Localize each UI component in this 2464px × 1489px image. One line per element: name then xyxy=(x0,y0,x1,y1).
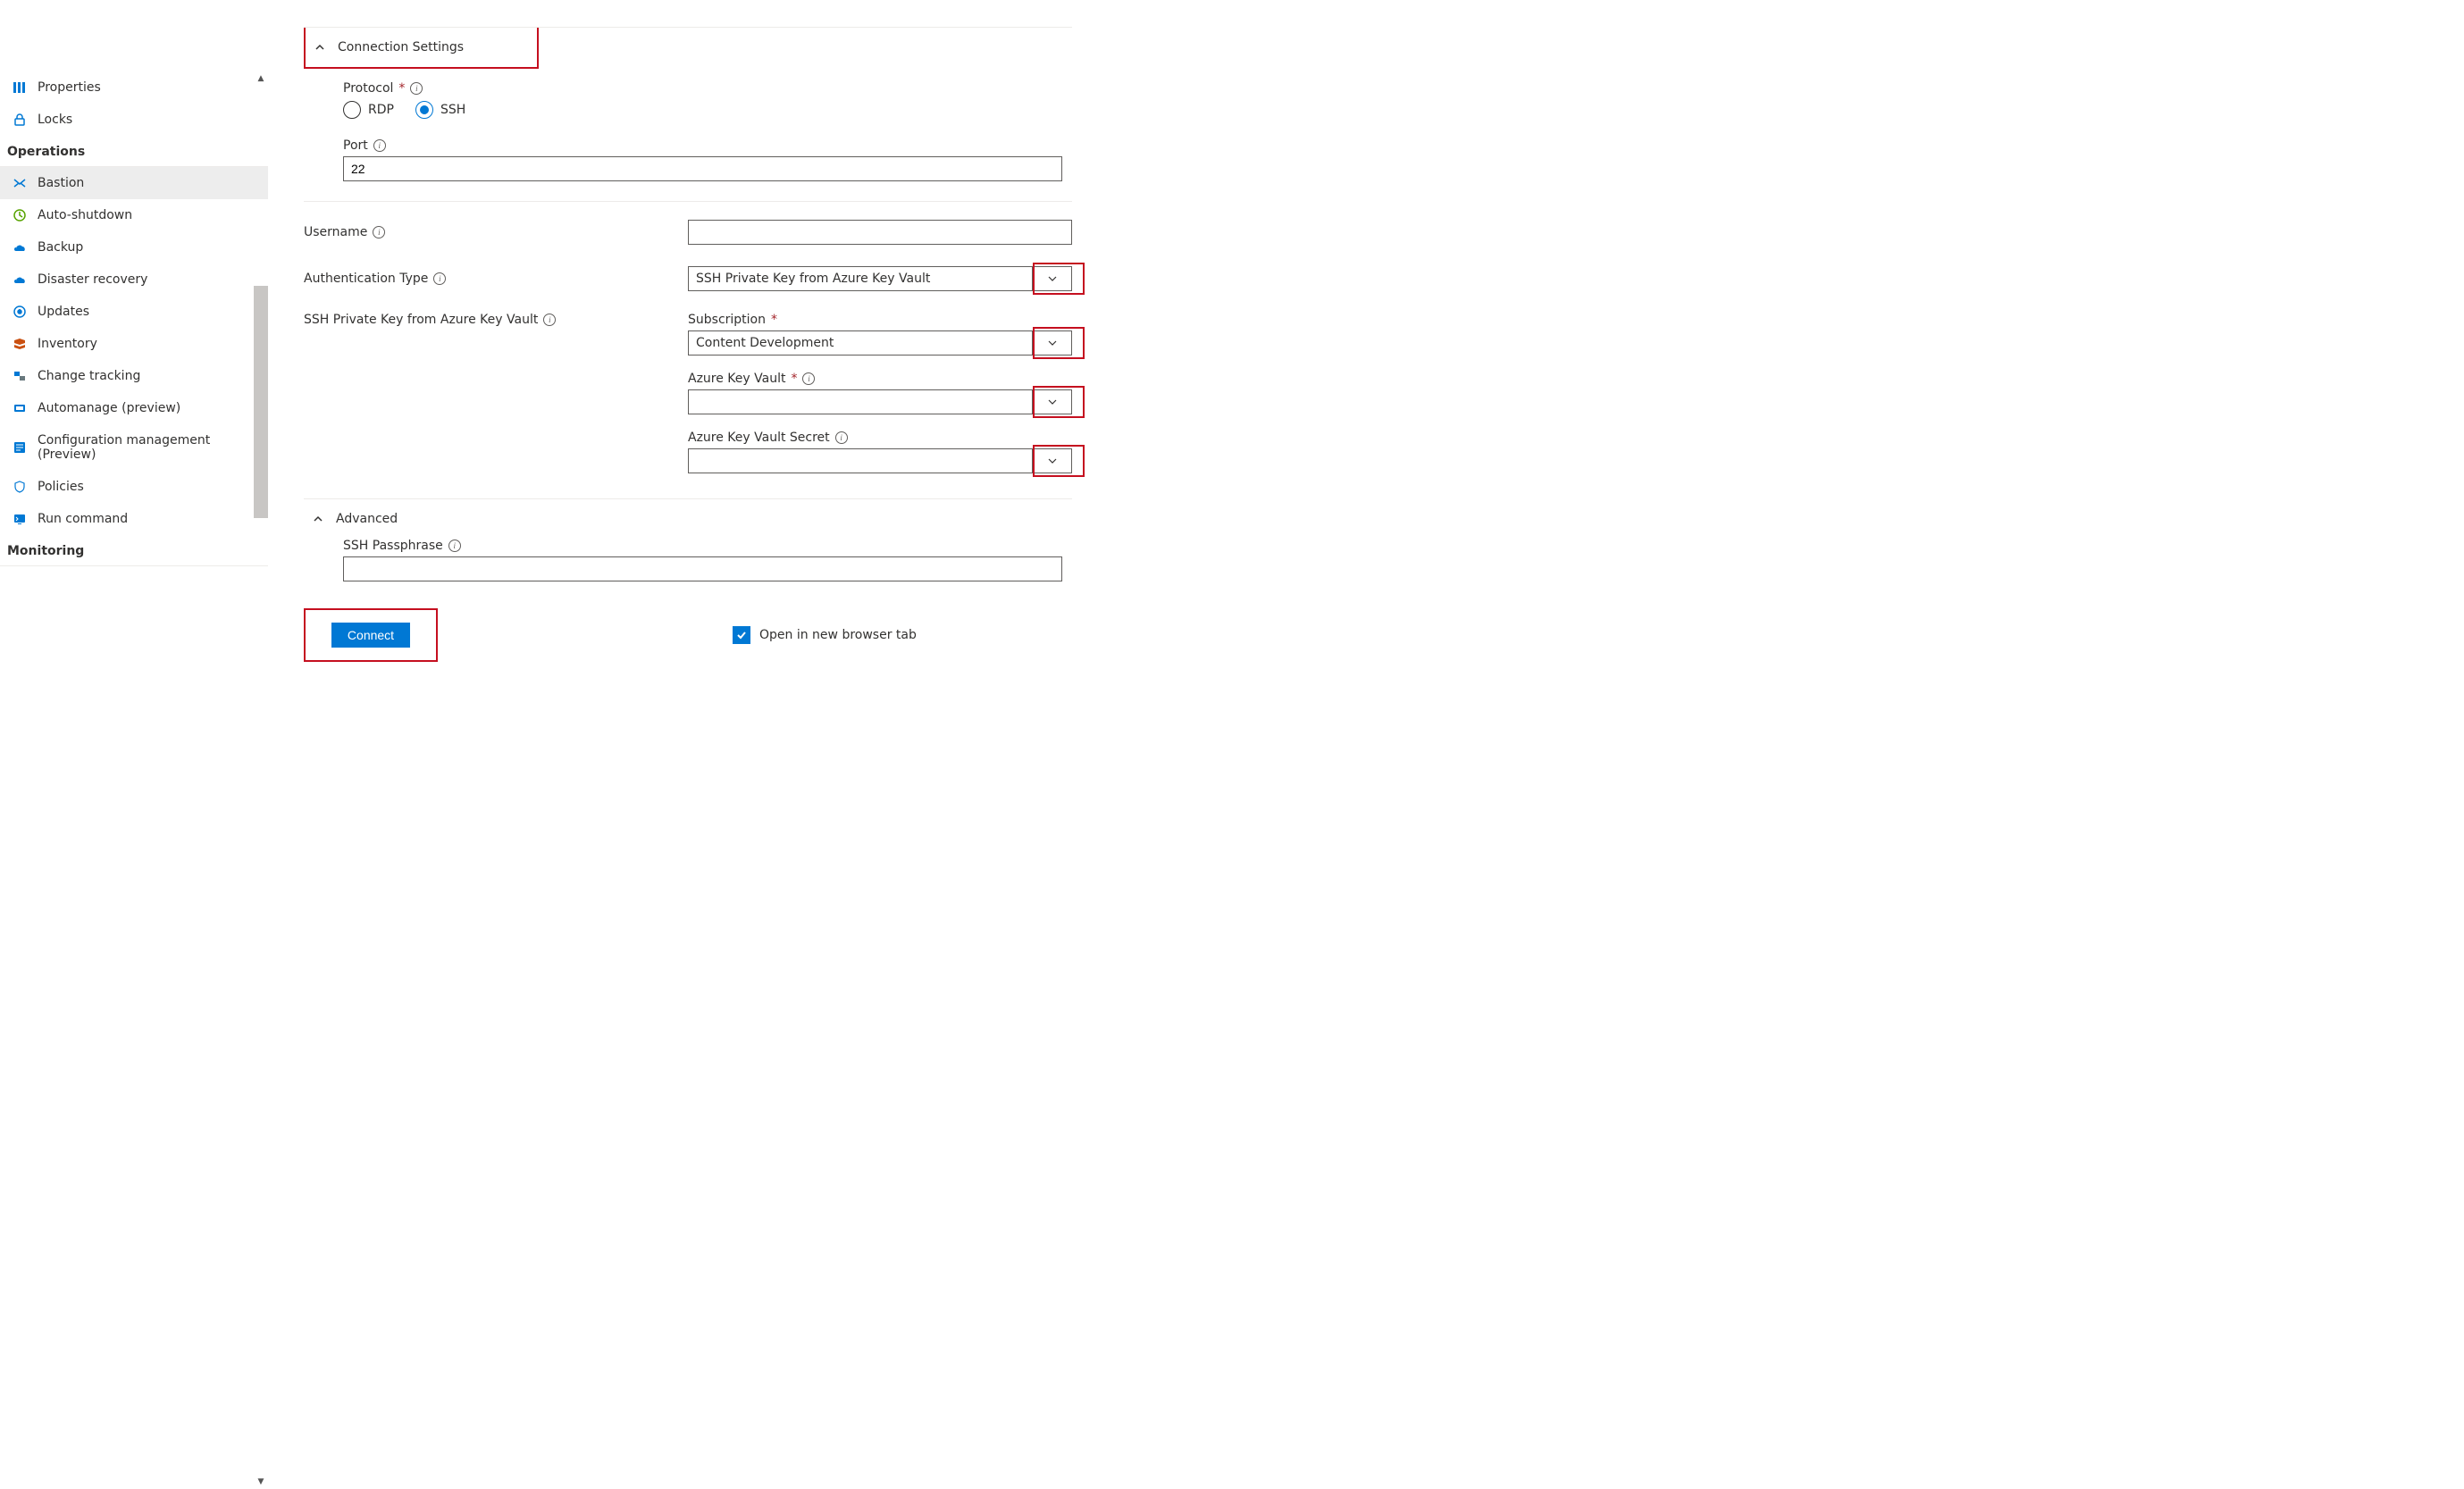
connection-settings-header[interactable]: Connection Settings xyxy=(304,28,539,69)
subscription-value: Content Development xyxy=(696,336,834,350)
required-asterisk: * xyxy=(771,313,777,327)
sidebar-section-operations: Operations xyxy=(0,136,268,167)
automanage-icon xyxy=(13,401,27,415)
locks-icon xyxy=(13,113,27,127)
sidebar-item-label: Configuration management (Preview) xyxy=(38,433,257,462)
sidebar-item-automanage[interactable]: Automanage (preview) xyxy=(0,392,268,424)
sidebar-item-properties[interactable]: Properties xyxy=(0,71,268,104)
sidebar-item-policies[interactable]: Policies xyxy=(0,471,268,503)
protocol-radio-rdp[interactable]: RDP xyxy=(343,101,394,119)
sidebar-item-label: Disaster recovery xyxy=(38,272,147,287)
inventory-icon xyxy=(13,337,27,351)
azure-key-vault-select[interactable] xyxy=(688,389,1072,414)
subscription-label: Subscription xyxy=(688,313,766,327)
info-icon[interactable]: i xyxy=(373,139,386,152)
disaster-recovery-icon xyxy=(13,272,27,287)
sidebar-item-updates[interactable]: Updates xyxy=(0,296,268,328)
open-new-tab-checkbox[interactable]: Open in new browser tab xyxy=(733,626,917,644)
connect-highlight: Connect xyxy=(304,608,438,662)
port-input[interactable] xyxy=(343,156,1062,181)
sidebar-item-label: Change tracking xyxy=(38,369,140,383)
info-icon[interactable]: i xyxy=(448,540,461,552)
policies-icon xyxy=(13,480,27,494)
sidebar-item-locks[interactable]: Locks xyxy=(0,104,268,136)
subscription-select[interactable]: Content Development xyxy=(688,330,1072,356)
info-icon[interactable]: i xyxy=(433,272,446,285)
radio-label: RDP xyxy=(368,103,394,117)
sidebar-item-label: Properties xyxy=(38,80,101,95)
sidebar-section-monitoring: Monitoring xyxy=(0,535,268,566)
chevron-down-icon xyxy=(1032,448,1071,473)
info-icon[interactable]: i xyxy=(802,372,815,385)
sidebar-item-configuration-management[interactable]: Configuration management (Preview) xyxy=(0,424,268,471)
ssh-passphrase-label: SSH Passphrase xyxy=(343,539,443,553)
chevron-down-icon xyxy=(1032,389,1071,414)
sidebar-item-label: Locks xyxy=(38,113,72,127)
sidebar: Properties Locks Operations Bastion Auto… xyxy=(0,0,268,1489)
scroll-up-icon[interactable]: ▲ xyxy=(254,71,268,86)
sidebar-item-change-tracking[interactable]: Change tracking xyxy=(0,360,268,392)
sidebar-item-label: Inventory xyxy=(38,337,97,351)
required-asterisk: * xyxy=(791,372,797,386)
info-icon[interactable]: i xyxy=(373,226,385,238)
info-icon[interactable]: i xyxy=(543,314,556,326)
chevron-up-icon xyxy=(314,41,327,54)
advanced-label: Advanced xyxy=(336,512,398,526)
connect-button[interactable]: Connect xyxy=(331,623,410,648)
sidebar-item-run-command[interactable]: Run command xyxy=(0,503,268,535)
open-new-tab-label: Open in new browser tab xyxy=(759,628,917,642)
auth-type-select[interactable]: SSH Private Key from Azure Key Vault xyxy=(688,266,1072,291)
info-icon[interactable]: i xyxy=(410,82,423,95)
sidebar-item-label: Auto-shutdown xyxy=(38,208,132,222)
chevron-down-icon xyxy=(1032,330,1071,356)
auth-type-label: Authentication Type xyxy=(304,272,428,286)
advanced-header[interactable]: Advanced xyxy=(304,499,1072,539)
radio-checked-icon xyxy=(415,101,433,119)
info-icon[interactable]: i xyxy=(835,431,848,444)
bastion-icon xyxy=(13,176,27,190)
radio-label: SSH xyxy=(440,103,465,117)
protocol-radio-ssh[interactable]: SSH xyxy=(415,101,465,119)
checkbox-checked-icon xyxy=(733,626,750,644)
azure-key-vault-label: Azure Key Vault xyxy=(688,372,785,386)
azure-key-vault-secret-label: Azure Key Vault Secret xyxy=(688,431,830,445)
main-content: Connection Settings Protocol * i RDP SSH xyxy=(268,0,2464,1489)
sidebar-item-backup[interactable]: Backup xyxy=(0,231,268,264)
auto-shutdown-icon xyxy=(13,208,27,222)
protocol-radio-group: RDP SSH xyxy=(343,101,1072,119)
chevron-down-icon xyxy=(1032,266,1071,291)
backup-icon xyxy=(13,240,27,255)
run-command-icon xyxy=(13,512,27,526)
sidebar-item-auto-shutdown[interactable]: Auto-shutdown xyxy=(0,199,268,231)
connection-settings-label: Connection Settings xyxy=(338,40,464,54)
sidebar-item-label: Automanage (preview) xyxy=(38,401,180,415)
username-input[interactable] xyxy=(688,220,1072,245)
sidebar-item-label: Policies xyxy=(38,480,84,494)
updates-icon xyxy=(13,305,27,319)
properties-icon xyxy=(13,80,27,95)
chevron-up-icon xyxy=(313,513,325,525)
radio-unchecked-icon xyxy=(343,101,361,119)
required-asterisk: * xyxy=(398,81,405,96)
sidebar-item-inventory[interactable]: Inventory xyxy=(0,328,268,360)
scroll-down-icon[interactable]: ▼ xyxy=(254,1475,268,1489)
username-label: Username xyxy=(304,225,367,239)
sidebar-item-label: Backup xyxy=(38,240,83,255)
protocol-label: Protocol xyxy=(343,81,393,96)
scrollbar-thumb[interactable] xyxy=(254,286,268,518)
sidebar-item-disaster-recovery[interactable]: Disaster recovery xyxy=(0,264,268,296)
change-tracking-icon xyxy=(13,369,27,383)
sidebar-item-label: Run command xyxy=(38,512,128,526)
sidebar-item-label: Updates xyxy=(38,305,89,319)
azure-key-vault-secret-select[interactable] xyxy=(688,448,1072,473)
sidebar-item-bastion[interactable]: Bastion xyxy=(0,167,268,199)
ssh-passphrase-input[interactable] xyxy=(343,556,1062,581)
auth-type-value: SSH Private Key from Azure Key Vault xyxy=(696,272,930,286)
ssh-keyvault-label: SSH Private Key from Azure Key Vault xyxy=(304,313,538,327)
port-label: Port xyxy=(343,138,368,153)
sidebar-item-label: Bastion xyxy=(38,176,84,190)
configuration-management-icon xyxy=(13,440,27,455)
